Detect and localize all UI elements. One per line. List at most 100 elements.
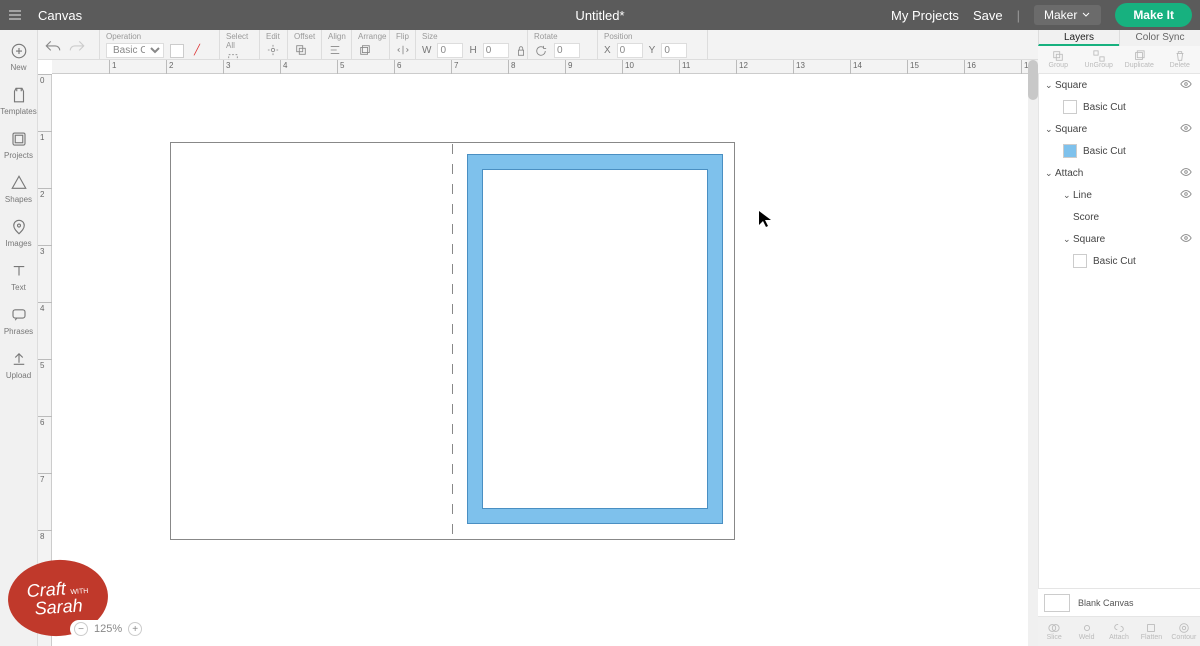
x-label: X [604, 45, 611, 56]
layer-item[interactable]: Basic Cut [1039, 140, 1200, 162]
layers-panel: ⌄Square Basic Cut ⌄Square Basic Cut ⌄Att… [1038, 74, 1200, 588]
canvas-material-footer[interactable]: Blank Canvas [1038, 588, 1200, 616]
make-it-button[interactable]: Make It [1115, 3, 1192, 27]
tool-label: Phrases [4, 327, 33, 336]
ungroup-button[interactable]: UnGroup [1079, 46, 1120, 73]
my-projects-link[interactable]: My Projects [891, 8, 959, 23]
linetype-icon[interactable]: ╱ [190, 44, 204, 58]
undo-button[interactable] [44, 40, 62, 54]
flip-button[interactable] [396, 43, 409, 57]
tool-label: New [10, 63, 26, 72]
layer-group[interactable]: ⌄Square [1039, 74, 1200, 96]
size-label: Size [422, 32, 521, 41]
visibility-icon[interactable] [1180, 232, 1194, 246]
top-bar: Canvas Untitled* My Projects Save | Make… [0, 0, 1200, 30]
tool-label: Images [5, 239, 31, 248]
lock-aspect-icon[interactable] [515, 44, 527, 58]
y-label: Y [649, 45, 656, 56]
x-input[interactable] [617, 43, 643, 58]
offset-button[interactable] [294, 43, 308, 57]
attach-button[interactable]: Attach [1103, 617, 1135, 646]
operation-select[interactable]: Basic Cut [106, 43, 164, 58]
canvas[interactable] [52, 74, 1038, 646]
y-input[interactable] [661, 43, 687, 58]
layer-item[interactable]: Basic Cut [1039, 96, 1200, 118]
flatten-button[interactable]: Flatten [1135, 617, 1167, 646]
tool-label: Templates [0, 107, 36, 116]
arrange-button[interactable] [358, 43, 372, 57]
select-all-label: Select All [226, 32, 253, 50]
tool-text[interactable]: Text [0, 256, 38, 300]
align-label: Align [328, 32, 345, 41]
width-label: W [422, 45, 431, 56]
blank-canvas-label: Blank Canvas [1078, 598, 1134, 608]
zoom-control: − 125% + [70, 620, 146, 638]
ruler-horizontal: 1234567891011121314151617 [52, 60, 1038, 74]
edit-button[interactable] [266, 43, 280, 57]
combine-actions: Slice Weld Attach Flatten Contour [1038, 616, 1200, 646]
layer-subgroup[interactable]: ⌄Square [1039, 228, 1200, 250]
tool-new[interactable]: New [0, 36, 38, 80]
tool-phrases[interactable]: Phrases [0, 300, 38, 344]
tool-label: Projects [4, 151, 33, 160]
contour-button[interactable]: Contour [1168, 617, 1200, 646]
zoom-in-button[interactable]: + [128, 622, 142, 636]
layer-item[interactable]: Score [1039, 206, 1200, 228]
tab-layers[interactable]: Layers [1038, 30, 1119, 46]
app-mode-label: Canvas [38, 8, 82, 23]
shape-blue-frame[interactable] [467, 154, 723, 524]
tool-projects[interactable]: Projects [0, 124, 38, 168]
layer-group[interactable]: ⌄Attach [1039, 162, 1200, 184]
zoom-out-button[interactable]: − [74, 622, 88, 636]
zoom-value: 125% [94, 623, 122, 635]
scrollbar-thumb[interactable] [1028, 60, 1038, 100]
position-label: Position [604, 32, 701, 41]
weld-button[interactable]: Weld [1070, 617, 1102, 646]
align-button[interactable] [328, 43, 342, 57]
tool-label: Shapes [5, 195, 32, 204]
duplicate-button[interactable]: Duplicate [1119, 46, 1160, 73]
slice-button[interactable]: Slice [1038, 617, 1070, 646]
layer-actions: Group UnGroup Duplicate Delete [1038, 46, 1200, 74]
tool-upload[interactable]: Upload [0, 344, 38, 388]
separator: | [1017, 8, 1020, 23]
tool-shapes[interactable]: Shapes [0, 168, 38, 212]
rotate-label: Rotate [534, 32, 591, 41]
layer-group[interactable]: ⌄Square [1039, 118, 1200, 140]
tab-colorsync[interactable]: Color Sync [1119, 30, 1200, 46]
height-label: H [469, 45, 476, 56]
arrange-label: Arrange [358, 32, 383, 41]
redo-button[interactable] [68, 40, 86, 54]
chevron-down-icon [1081, 10, 1091, 20]
offset-label: Offset [294, 32, 315, 41]
group-button[interactable]: Group [1038, 46, 1079, 73]
tool-templates[interactable]: Templates [0, 80, 38, 124]
rotate-input[interactable] [554, 43, 580, 58]
layer-item[interactable]: Basic Cut [1039, 250, 1200, 272]
layer-subgroup[interactable]: ⌄Line [1039, 184, 1200, 206]
swatch [1073, 254, 1087, 268]
visibility-icon[interactable] [1180, 188, 1194, 202]
visibility-icon[interactable] [1180, 166, 1194, 180]
width-input[interactable] [437, 43, 463, 58]
rotate-icon [534, 44, 548, 58]
tool-label: Text [11, 283, 26, 292]
menu-button[interactable] [0, 0, 30, 30]
machine-selector[interactable]: Maker [1034, 5, 1101, 25]
vertical-scrollbar[interactable] [1028, 60, 1038, 646]
swatch [1063, 100, 1077, 114]
visibility-icon[interactable] [1180, 78, 1194, 92]
delete-button[interactable]: Delete [1160, 46, 1200, 73]
tool-images[interactable]: Images [0, 212, 38, 256]
shape-blue-inner [482, 169, 708, 509]
canvas-stage: 1234567891011121314151617 012345678 [38, 60, 1038, 646]
left-toolbar: New Templates Projects Shapes Images Tex… [0, 30, 38, 646]
machine-label: Maker [1044, 8, 1077, 22]
document-title: Untitled* [575, 8, 624, 23]
edit-toolbar: Operation Basic Cut ╱ Select All Edit Of… [38, 30, 1038, 60]
visibility-icon[interactable] [1180, 122, 1194, 136]
edit-label: Edit [266, 32, 281, 41]
save-button[interactable]: Save [973, 8, 1003, 23]
height-input[interactable] [483, 43, 509, 58]
color-chip[interactable] [170, 44, 184, 58]
